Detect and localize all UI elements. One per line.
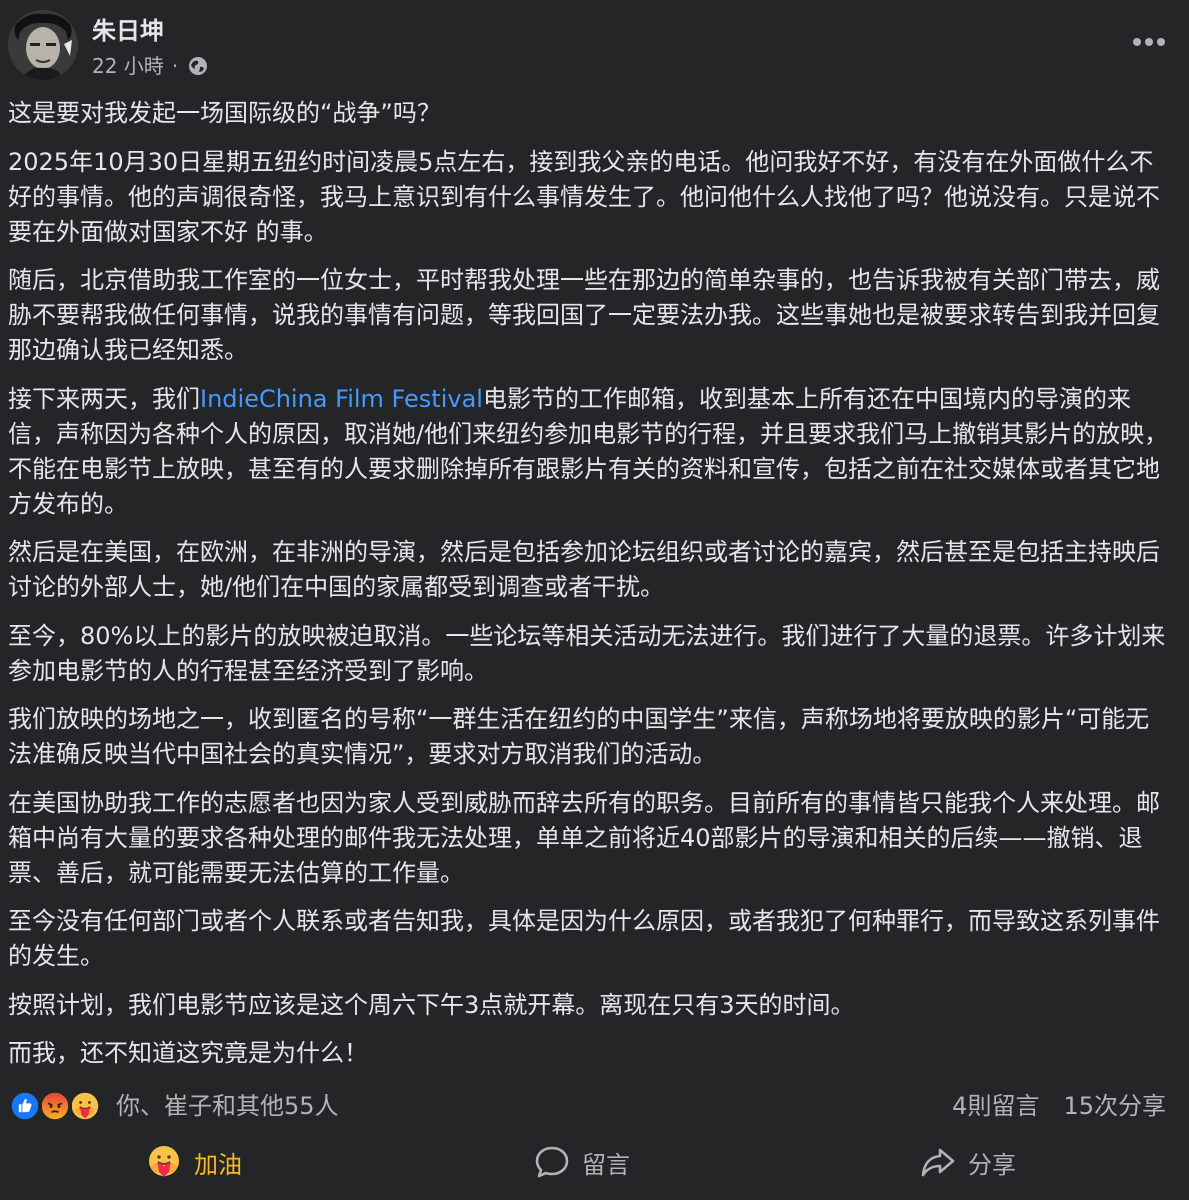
post-meta: 22 小時 · <box>92 52 208 80</box>
more-options-icon[interactable] <box>1127 28 1171 56</box>
post-header: 朱日坤 22 小時 · <box>8 10 1181 84</box>
paragraph: 至今没有任何部门或者个人联系或者告知我，具体是因为什么原因，或者我犯了何种罪行，… <box>8 907 1160 970</box>
care-reaction-label: 加油 <box>194 1150 242 1179</box>
reaction-icons[interactable] <box>8 1089 108 1123</box>
paragraph: 至今，80%以上的影片的放映被迫取消。一些论坛等相关活动无法进行。我们进行了大量… <box>8 621 1166 685</box>
share-label: 分享 <box>968 1150 1016 1179</box>
paragraph: 这是要对我发起一场国际级的“战争”吗？ <box>8 99 441 127</box>
paragraph: 随后，北京借助我工作室的一位女士，平时帮我处理一些在那边的简单杂事的，也告诉我被… <box>8 266 1160 364</box>
engagement-counts: 4則留言 15次分享 <box>952 1088 1166 1124</box>
facebook-post: 朱日坤 22 小時 · 这是要对我发起一场国际级的“战争”吗？ 2025年10月… <box>0 0 1189 1200</box>
author-name[interactable]: 朱日坤 <box>92 14 164 48</box>
post-time[interactable]: 22 小時 <box>92 52 164 80</box>
reaction-summary[interactable]: 你、崔子和其他55人 <box>116 1088 339 1124</box>
globe-icon <box>189 57 208 75</box>
author-avatar[interactable] <box>8 10 78 80</box>
comment-count[interactable]: 4則留言 <box>952 1088 1039 1124</box>
paragraph: 按照计划，我们电影节应该是这个周六下午3点就开幕。离现在只有3天的时间。 <box>8 990 855 1019</box>
comment-label: 留言 <box>582 1150 630 1179</box>
paragraph: 我们放映的场地之一，收到匿名的号称“一群生活在纽约的中国学生”来信，声称场地将要… <box>8 705 1150 768</box>
paragraph: 然后是在美国，在欧洲，在非洲的导演，然后是包括参加论坛组织或者讨论的嘉宾，然后甚… <box>8 538 1160 601</box>
reactions-bar: 你、崔子和其他55人 4則留言 15次分享 <box>8 1088 1168 1124</box>
meta-separator: · <box>171 54 179 78</box>
share-icon <box>921 1148 955 1177</box>
post-actions: 加油 留言 分享 <box>0 1130 1189 1192</box>
comment-icon <box>535 1146 569 1178</box>
paragraph-text: 接下来两天，我们 <box>8 384 200 413</box>
post-body: 这是要对我发起一场国际级的“战争”吗？ 2025年10月30日星期五纽约时间凌晨… <box>8 96 1170 1085</box>
paragraph: 接下来两天，我们IndieChina Film Festival电影节的工作邮箱… <box>8 382 1170 522</box>
care-icon <box>68 1089 102 1123</box>
care-reaction-button[interactable]: 加油 <box>146 1142 242 1182</box>
comment-button[interactable]: 留言 <box>534 1142 630 1182</box>
festival-link[interactable]: IndieChina Film Festival <box>200 385 483 413</box>
like-icon <box>8 1089 42 1123</box>
share-button[interactable]: 分享 <box>920 1142 1016 1182</box>
share-count[interactable]: 15次分享 <box>1063 1088 1166 1124</box>
care-icon <box>149 1146 179 1177</box>
angry-icon <box>38 1089 72 1123</box>
paragraph: 2025年10月30日星期五纽约时间凌晨5点左右，接到我父亲的电话。他问我好不好… <box>8 147 1160 246</box>
paragraph: 而我，还不知道这究竟是为什么！ <box>8 1039 368 1067</box>
paragraph: 在美国协助我工作的志愿者也因为家人受到威胁而辞去所有的职务。目前所有的事情皆只能… <box>8 788 1160 887</box>
